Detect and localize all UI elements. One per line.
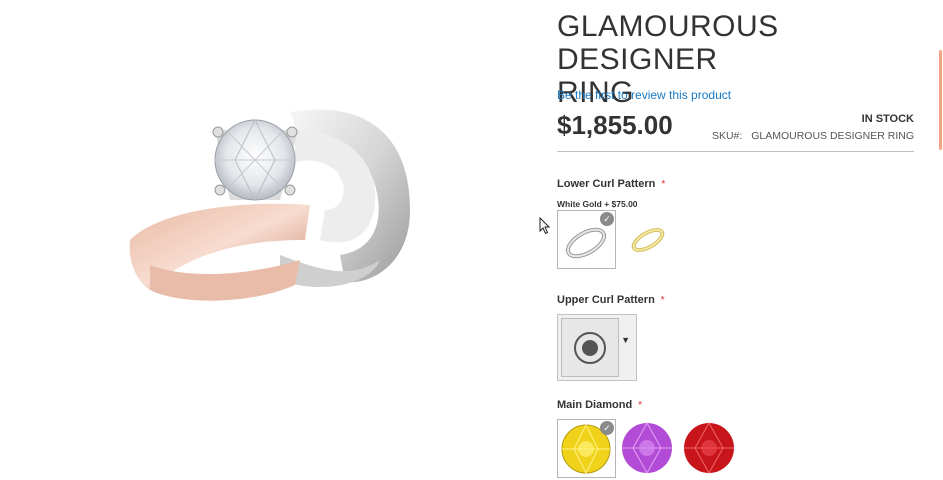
purple-gem-icon — [622, 421, 672, 475]
upper-curl-label: Upper Curl Pattern * — [557, 294, 665, 306]
product-title-line1: GLAMOUROUS DESIGNER — [557, 10, 779, 76]
dropdown-arrow-icon: ▼ — [621, 335, 630, 345]
lower-curl-label: Lower Curl Pattern * — [557, 178, 665, 190]
product-price: $1,855.00 — [557, 110, 673, 140]
divider — [557, 151, 914, 152]
upper-curl-select[interactable]: ▼ — [557, 314, 637, 381]
required-mark: * — [661, 179, 666, 190]
sku-label: SKU#: — [711, 130, 743, 142]
main-diamond-label: Main Diamond * — [557, 399, 642, 411]
product-info-main: GLAMOUROUS DESIGNER RING Be the first to… — [557, 0, 914, 480]
lower-curl-selected-caption: White Gold + $75.00 — [557, 199, 638, 209]
swatch-red-gem[interactable] — [681, 419, 740, 478]
product-image-gallery[interactable] — [0, 0, 540, 480]
required-mark: * — [660, 295, 665, 306]
selected-check-icon: ✓ — [600, 212, 614, 226]
page-scrollbar[interactable] — [938, 50, 943, 150]
main-diamond-label-text: Main Diamond — [557, 399, 633, 411]
swatch-purple-gem[interactable] — [619, 419, 678, 478]
stock-status: IN STOCK — [861, 113, 914, 125]
selected-check-icon: ✓ — [600, 421, 614, 435]
product-sku: SKU#: GLAMOUROUS DESIGNER RING — [712, 130, 914, 142]
mouse-cursor-icon — [539, 216, 551, 240]
lower-curl-label-text: Lower Curl Pattern — [557, 178, 656, 190]
yellow-gold-ring-icon — [631, 227, 665, 253]
upper-curl-label-text: Upper Curl Pattern — [557, 294, 655, 306]
red-gem-icon — [684, 421, 734, 475]
sku-value: GLAMOUROUS DESIGNER RING — [751, 130, 914, 142]
swatch-yellow-gold[interactable] — [619, 210, 678, 269]
required-mark: * — [638, 400, 643, 411]
review-link[interactable]: Be the first to review this product — [557, 88, 731, 102]
swatch-yellow-gem[interactable]: ✓ — [557, 419, 616, 478]
scrollbar-thumb[interactable] — [939, 50, 942, 150]
upper-curl-preview — [561, 318, 619, 377]
swatch-white-gold[interactable]: ✓ — [557, 210, 616, 269]
ring-image — [129, 109, 410, 301]
radio-placeholder-icon — [574, 332, 606, 364]
